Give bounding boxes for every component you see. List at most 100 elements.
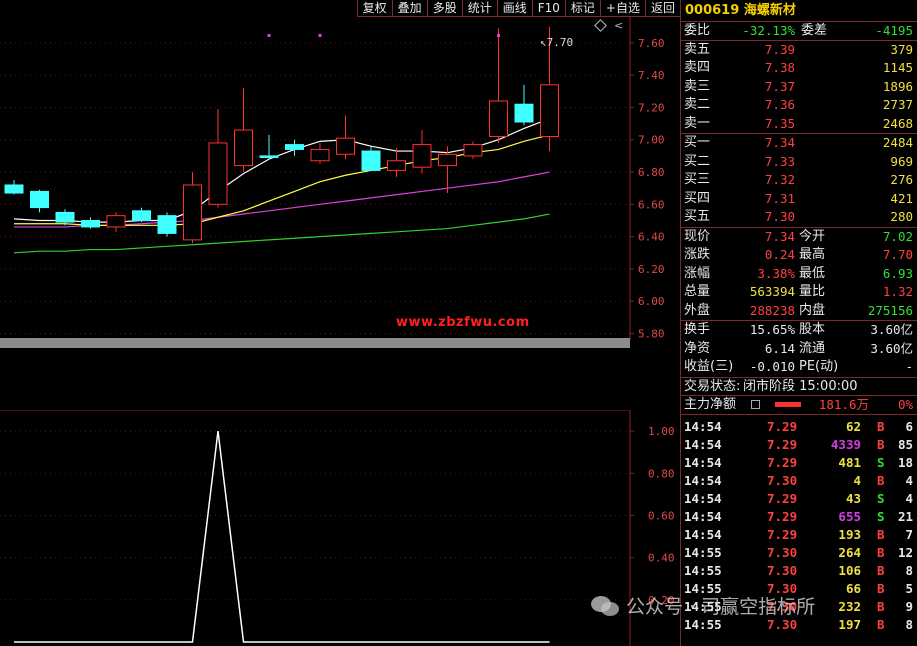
trade-status-label: 交易状态:: [684, 378, 741, 394]
chart-area[interactable]: 复权 叠加 多股 统计 画线 F10 标记 +自选 返回 7.60 7.40 7.20 7.00 6.8…: [0, 0, 680, 646]
ma20-line: [14, 171, 550, 228]
toolbar-button-5[interactable]: F10: [531, 0, 565, 17]
candle-body[interactable]: [259, 155, 279, 159]
fundamental-label: 流通: [799, 340, 826, 356]
trade-time: 14:55: [684, 544, 722, 560]
trade-count: 7: [905, 526, 913, 542]
candlestick-chart[interactable]: 7.60 7.40 7.20 7.00 6.80 6.60 6.40 6.20 6.00 5.80: [0, 17, 680, 340]
trade-time: 14:54: [684, 526, 722, 542]
mainforce-pct: 0%: [897, 397, 913, 412]
trade-row[interactable]: 14:54 7.29 655 S 21: [681, 508, 917, 526]
signal-marker: [267, 34, 271, 37]
list-icon[interactable]: [751, 400, 760, 409]
asks-row[interactable]: 卖四 7.38 1145: [681, 59, 917, 78]
toolbar-button-8[interactable]: 返回: [644, 0, 680, 17]
ask-book: 卖五 7.39 379 卖四 7.38 1145 卖三 7.37 1896 卖二 7.36 2737 卖…: [681, 41, 917, 134]
toolbar-button-1[interactable]: 叠加: [391, 0, 427, 17]
wechat-icon: [591, 595, 619, 616]
stat-label: 涨跌: [684, 247, 711, 262]
trade-side: S: [877, 508, 885, 524]
toolbar-button-6[interactable]: 标记: [564, 0, 600, 17]
bids-row[interactable]: 买三 7.32 276: [681, 171, 917, 190]
candle-body[interactable]: [361, 150, 381, 171]
trade-count: 8: [905, 562, 913, 578]
overlay-text: 公众号 · 司赢空指标所: [626, 596, 816, 618]
trade-side: B: [877, 526, 885, 542]
trade-volume: 4339: [830, 436, 861, 452]
trade-price: 7.29: [767, 490, 798, 506]
fundamental-row: 收益(三) -0.010 PE(动) -: [681, 358, 917, 377]
trade-row[interactable]: 14:54 7.30 4 B 4: [681, 472, 917, 490]
candle-body[interactable]: [336, 137, 355, 155]
toolbar-button-2[interactable]: 多股: [426, 0, 462, 17]
trade-count: 8: [905, 616, 913, 632]
candle-body[interactable]: [285, 144, 304, 150]
stat-value: 288238: [749, 302, 795, 318]
candle-body[interactable]: [489, 100, 508, 138]
candle-body[interactable]: [234, 129, 253, 167]
indicator-chart[interactable]: 1.000.800.600.400.20: [0, 410, 680, 646]
candle-body[interactable]: [30, 190, 49, 209]
toolbar-button-7[interactable]: +自选: [599, 0, 645, 17]
trade-row[interactable]: 14:55 7.30 106 B 8: [681, 562, 917, 580]
bids-row[interactable]: 买四 7.31 421: [681, 190, 917, 209]
mainforce-row[interactable]: 主力净额 181.6万 0%: [681, 396, 917, 415]
trade-row[interactable]: 14:54 7.29 193 B 7: [681, 526, 917, 544]
fundamental-label: 收益(三): [684, 359, 734, 374]
wechat-overlay: 公众号 · 司赢空指标所: [590, 592, 815, 619]
toolbar-button-4[interactable]: 画线: [496, 0, 532, 17]
asks-row[interactable]: 卖五 7.39 379: [681, 41, 917, 60]
stock-header[interactable]: 000619 海螺新材: [681, 0, 917, 22]
bids-row[interactable]: 买五 7.30 280: [681, 208, 917, 227]
bids-volume: 276: [890, 172, 913, 187]
stats-block: 现价 7.34 今开 7.02 涨跌 0.24 最高 7.70 涨幅 3.38% 最低 6.93 总量 5…: [681, 228, 917, 321]
fundamental-value: -0.010: [749, 359, 795, 374]
candle-body[interactable]: [132, 210, 151, 221]
asks-label: 卖四: [684, 60, 711, 75]
candle-body[interactable]: [310, 148, 330, 162]
stat-label: 最低: [799, 265, 826, 281]
trade-row[interactable]: 14:55 7.30 264 B 12: [681, 544, 917, 562]
toolbar-button-3[interactable]: 统计: [461, 0, 497, 17]
bids-price: 7.30: [764, 209, 795, 224]
trade-side: S: [877, 454, 885, 470]
candle-body[interactable]: [81, 219, 100, 228]
trade-count: 4: [905, 472, 913, 488]
candle-body[interactable]: [412, 144, 432, 168]
candle-body[interactable]: [463, 144, 483, 157]
candle-body[interactable]: [208, 142, 228, 205]
asks-price: 7.36: [764, 97, 795, 112]
trade-row[interactable]: 14:54 7.29 4339 B 85: [681, 436, 917, 454]
stat-label: 现价: [684, 228, 711, 244]
trade-count: 12: [897, 544, 913, 560]
asks-row[interactable]: 卖二 7.36 2737: [681, 96, 917, 115]
trade-row[interactable]: 14:54 7.29 43 S 4: [681, 490, 917, 508]
fundamental-row: 净资 6.14 流通 3.60亿: [681, 340, 917, 359]
candle-body[interactable]: [183, 184, 202, 241]
asks-volume: 1896: [882, 78, 913, 94]
high-price-marker: ↖7.70: [540, 36, 574, 49]
candle-body[interactable]: [540, 84, 559, 138]
trade-time: 14:54: [684, 418, 722, 434]
candle-body[interactable]: [157, 215, 177, 234]
stat-label: 今开: [799, 228, 826, 244]
candle-body[interactable]: [4, 184, 24, 194]
asks-row[interactable]: 卖三 7.37 1896: [681, 78, 917, 97]
bids-row[interactable]: 买一 7.34 2484: [681, 134, 917, 153]
chevron-left-icon[interactable]: <: [614, 19, 623, 32]
price-tick-label: 7.40: [638, 69, 665, 82]
stat-value: 7.02: [882, 228, 913, 244]
indicator-tick-label: 1.00: [648, 425, 675, 438]
candle-body[interactable]: [438, 153, 457, 167]
trade-row[interactable]: 14:54 7.29 62 B 6: [681, 418, 917, 436]
stat-label: 外盘: [684, 302, 711, 318]
candle-body[interactable]: [55, 211, 75, 223]
candle-body[interactable]: [387, 160, 406, 171]
stat-value: 3.38%: [757, 265, 795, 281]
bids-row[interactable]: 买二 7.33 969: [681, 153, 917, 172]
trade-row[interactable]: 14:54 7.29 481 S 18: [681, 454, 917, 472]
asks-row[interactable]: 卖一 7.35 2468: [681, 115, 917, 134]
candle-body[interactable]: [514, 103, 534, 123]
candle-body[interactable]: [106, 215, 126, 228]
toolbar-button-0[interactable]: 复权: [356, 0, 392, 17]
